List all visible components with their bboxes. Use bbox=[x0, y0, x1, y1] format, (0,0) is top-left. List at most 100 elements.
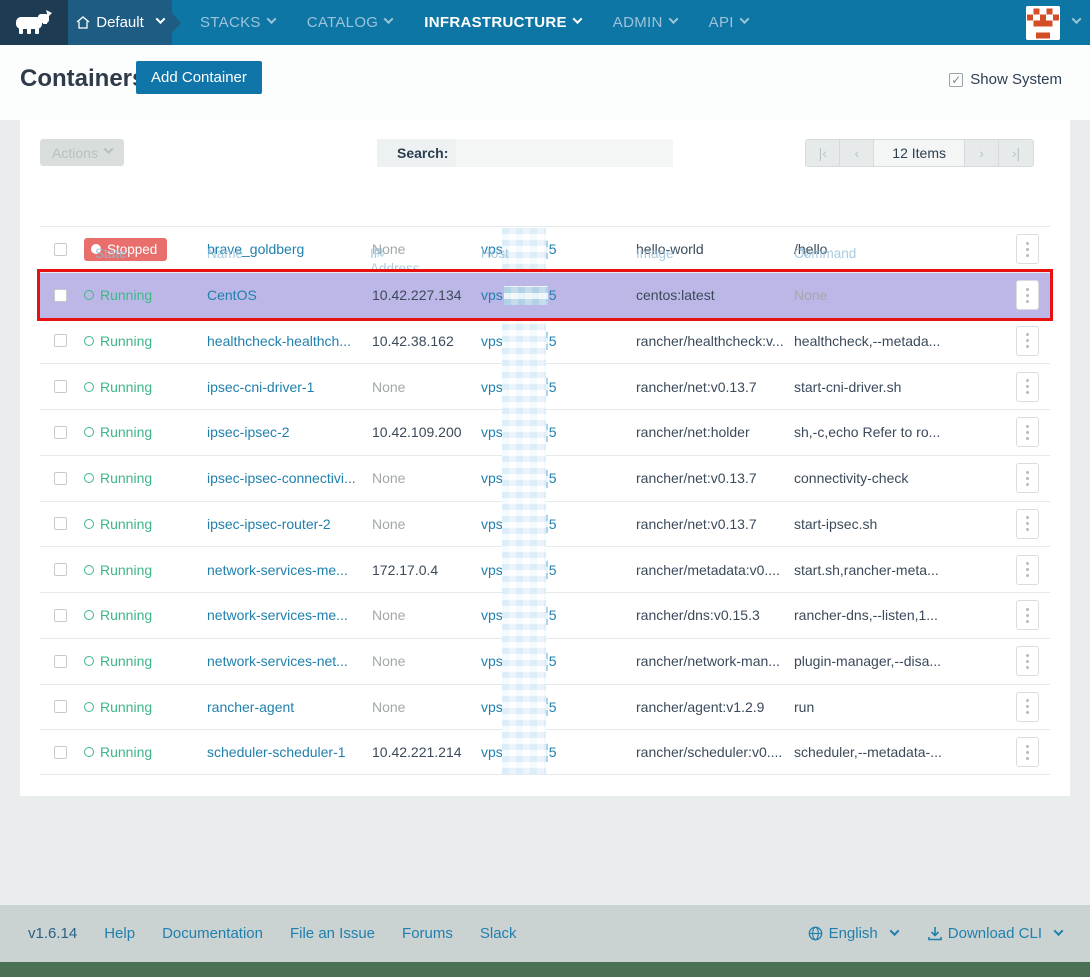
actions-dropdown-button[interactable]: Actions bbox=[40, 139, 124, 166]
page-header: Containers Add Container ✓ Show System bbox=[0, 45, 1090, 120]
container-name-link[interactable]: ipsec-ipsec-2 bbox=[207, 424, 372, 440]
command-cell: connectivity-check bbox=[794, 470, 1016, 486]
rancher-logo[interactable] bbox=[0, 0, 68, 45]
host-link[interactable]: vps5 bbox=[481, 423, 636, 442]
container-name-link[interactable]: brave_goldberg bbox=[207, 241, 372, 257]
row-menu-button[interactable] bbox=[1016, 555, 1039, 585]
host-link[interactable]: vps5 bbox=[481, 606, 636, 625]
host-link[interactable]: vps5 bbox=[481, 697, 636, 716]
row-checkbox[interactable] bbox=[54, 334, 67, 347]
download-cli[interactable]: Download CLI bbox=[928, 925, 1062, 942]
row-menu-button[interactable] bbox=[1016, 372, 1039, 402]
host-prefix: vps bbox=[481, 287, 503, 303]
nav-item-api[interactable]: API bbox=[695, 0, 762, 45]
state-cell: Running bbox=[84, 470, 207, 486]
version-label: v1.6.14 bbox=[28, 925, 77, 942]
host-link[interactable]: vps5 bbox=[481, 377, 636, 396]
row-menu-button[interactable] bbox=[1016, 509, 1039, 539]
host-link[interactable]: vps5 bbox=[481, 743, 636, 762]
host-link[interactable]: vps5 bbox=[481, 652, 636, 671]
top-navbar: Default STACKSCATALOGINFRASTRUCTUREADMIN… bbox=[0, 0, 1090, 45]
command-cell: sh,-c,echo Refer to ro... bbox=[794, 424, 1016, 440]
container-name-link[interactable]: CentOS bbox=[207, 287, 372, 303]
container-name-link[interactable]: rancher-agent bbox=[207, 699, 372, 715]
container-name-link[interactable]: scheduler-scheduler-1 bbox=[207, 744, 372, 760]
host-link[interactable]: vps5 bbox=[481, 514, 636, 533]
show-system-checkbox[interactable]: ✓ bbox=[949, 73, 963, 87]
host-prefix: vps bbox=[481, 744, 503, 760]
chevron-down-icon bbox=[1054, 926, 1064, 936]
row-checkbox[interactable] bbox=[54, 700, 67, 713]
nav-item-stacks[interactable]: STACKS bbox=[186, 0, 289, 45]
table-row: Runningrancher-agentNonevps5rancher/agen… bbox=[40, 684, 1050, 730]
row-menu-button[interactable] bbox=[1016, 600, 1039, 630]
row-checkbox[interactable] bbox=[54, 563, 67, 576]
container-name-link[interactable]: ipsec-ipsec-connectivi... bbox=[207, 470, 372, 486]
container-name-link[interactable]: healthcheck-healthch... bbox=[207, 333, 372, 349]
row-checkbox[interactable] bbox=[54, 517, 67, 530]
prev-page-button[interactable]: ‹ bbox=[840, 140, 874, 166]
footer-link-file-an-issue[interactable]: File an Issue bbox=[290, 925, 375, 942]
command-cell: rancher-dns,--listen,1... bbox=[794, 607, 1016, 623]
row-menu-button[interactable] bbox=[1016, 280, 1039, 310]
next-page-button[interactable]: › bbox=[965, 140, 999, 166]
container-name-link[interactable]: network-services-me... bbox=[207, 562, 372, 578]
footer-link-help[interactable]: Help bbox=[104, 925, 135, 942]
last-page-button[interactable]: ›| bbox=[999, 140, 1033, 166]
row-checkbox[interactable] bbox=[54, 426, 67, 439]
state-cell: Running bbox=[84, 424, 207, 440]
nav-item-admin[interactable]: ADMIN bbox=[599, 0, 691, 45]
host-censored-block bbox=[504, 240, 548, 259]
user-menu[interactable] bbox=[1026, 0, 1090, 45]
search-input[interactable] bbox=[456, 139, 673, 167]
container-name-link[interactable]: network-services-net... bbox=[207, 653, 372, 669]
containers-table: StateNameIP Address⇅HostImageCommand⇅ St… bbox=[40, 226, 1050, 775]
row-menu-button[interactable] bbox=[1016, 692, 1039, 722]
first-page-button[interactable]: |‹ bbox=[806, 140, 840, 166]
row-checkbox[interactable] bbox=[54, 472, 67, 485]
table-row: RunningCentOS10.42.227.134vps5centos:lat… bbox=[40, 272, 1050, 318]
ip-address-cell: 10.42.109.200 bbox=[372, 424, 481, 440]
host-link[interactable]: vps5 bbox=[481, 331, 636, 350]
row-checkbox[interactable] bbox=[54, 243, 67, 256]
row-checkbox[interactable] bbox=[54, 380, 67, 393]
row-checkbox[interactable] bbox=[54, 746, 67, 759]
image-cell: rancher/net:v0.13.7 bbox=[636, 516, 794, 532]
command-cell: /hello bbox=[794, 241, 1016, 257]
add-container-button[interactable]: Add Container bbox=[136, 61, 262, 94]
state-cell: Running bbox=[84, 699, 207, 715]
running-state: Running bbox=[84, 516, 207, 532]
container-name-link[interactable]: network-services-me... bbox=[207, 607, 372, 623]
image-cell: rancher/scheduler:v0.... bbox=[636, 744, 794, 760]
host-censored-block bbox=[504, 697, 548, 716]
footer-link-documentation[interactable]: Documentation bbox=[162, 925, 263, 942]
state-cell: Running bbox=[84, 333, 207, 349]
nav-item-infrastructure[interactable]: INFRASTRUCTURE bbox=[410, 0, 595, 45]
state-label: Running bbox=[100, 424, 152, 440]
show-system-toggle[interactable]: ✓ Show System bbox=[949, 71, 1062, 88]
footer-link-slack[interactable]: Slack bbox=[480, 925, 517, 942]
language-selector[interactable]: English bbox=[808, 925, 898, 942]
host-link[interactable]: vps5 bbox=[481, 469, 636, 488]
row-menu-button[interactable] bbox=[1016, 646, 1039, 676]
table-row: Runningipsec-ipsec-router-2Nonevps5ranch… bbox=[40, 501, 1050, 547]
row-menu-button[interactable] bbox=[1016, 463, 1039, 493]
environment-selector[interactable]: Default bbox=[68, 0, 172, 45]
row-checkbox[interactable] bbox=[54, 609, 67, 622]
host-prefix: vps bbox=[481, 424, 503, 440]
container-name-link[interactable]: ipsec-cni-driver-1 bbox=[207, 379, 372, 395]
container-name-link[interactable]: ipsec-ipsec-router-2 bbox=[207, 516, 372, 532]
host-suffix: 5 bbox=[549, 379, 557, 395]
row-checkbox[interactable] bbox=[54, 655, 67, 668]
row-menu-button[interactable] bbox=[1016, 737, 1039, 767]
command-cell: start-cni-driver.sh bbox=[794, 379, 1016, 395]
host-link[interactable]: vps5 bbox=[481, 560, 636, 579]
row-menu-button[interactable] bbox=[1016, 417, 1039, 447]
footer-link-forums[interactable]: Forums bbox=[402, 925, 453, 942]
host-link[interactable]: vps5 bbox=[481, 240, 636, 259]
host-link[interactable]: vps5 bbox=[481, 286, 636, 305]
nav-item-catalog[interactable]: CATALOG bbox=[293, 0, 407, 45]
row-menu-button[interactable] bbox=[1016, 234, 1039, 264]
row-checkbox[interactable] bbox=[54, 289, 67, 302]
row-menu-button[interactable] bbox=[1016, 326, 1039, 356]
